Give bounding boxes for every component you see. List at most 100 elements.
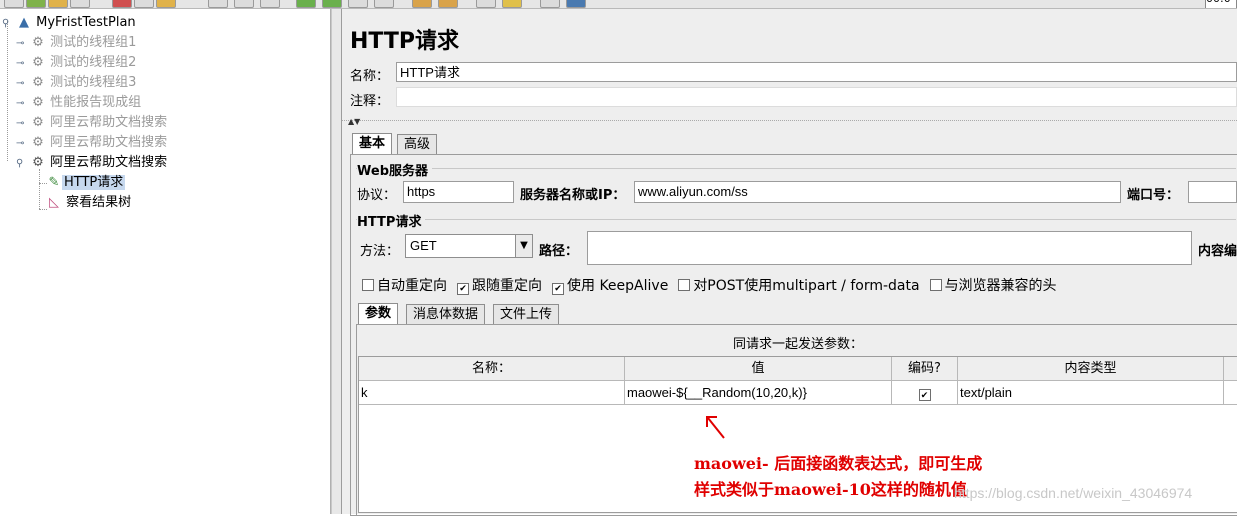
toolbar: 00:0 xyxy=(0,0,1237,9)
collapse-toggle-icon[interactable]: ⊸ xyxy=(16,114,30,134)
pane-splitter[interactable] xyxy=(331,9,342,514)
thread-group-icon: ⚙ xyxy=(32,135,44,150)
column-header-content-type[interactable]: 内容类型 xyxy=(958,357,1224,381)
function-helper-icon[interactable] xyxy=(540,0,560,8)
table-cell-content-type[interactable]: text/plain xyxy=(958,381,1224,405)
options-row: 自动重定向 ✔ 跟随重定向 ✔ 使用 KeepAlive 对POST使用multipart… xyxy=(362,275,1067,295)
chevron-down-icon[interactable]: ▼ xyxy=(515,235,532,257)
search-icon[interactable] xyxy=(476,0,496,8)
sampler-pen-icon: ✎ xyxy=(48,175,60,190)
tree-item-thread-group-3[interactable]: ⊸ ⚙ 测试的线程组3 xyxy=(16,73,136,93)
port-field[interactable] xyxy=(1188,181,1237,203)
open-icon[interactable] xyxy=(48,0,68,8)
copy-icon[interactable] xyxy=(134,0,154,8)
protocol-field[interactable]: https xyxy=(403,181,514,203)
checkbox-checked-icon: ✔ xyxy=(457,283,469,295)
auto-redirect-checkbox[interactable]: 自动重定向 xyxy=(362,278,457,294)
annotation-line-1: maowei- 后面接函数表达式，即可生成 xyxy=(694,454,983,473)
port-label: 端口号： xyxy=(1127,188,1180,203)
tree-item-label: 阿里云帮助文档搜索 xyxy=(50,155,168,170)
tree-item-thread-group-2[interactable]: ⊸ ⚙ 测试的线程组2 xyxy=(16,53,136,73)
start-no-pause-icon[interactable] xyxy=(322,0,342,8)
tree-item-aliyun-search-1[interactable]: ⊸ ⚙ 阿里云帮助文档搜索 xyxy=(16,113,167,133)
shutdown-icon[interactable] xyxy=(374,0,394,8)
protocol-label: 协议： xyxy=(357,188,397,203)
collapse-toggle-icon[interactable]: ⊸ xyxy=(16,54,30,74)
tab-parameters[interactable]: 参数 xyxy=(358,303,399,325)
table-cell-encode[interactable]: ✔ xyxy=(892,381,958,405)
cut-icon[interactable] xyxy=(112,0,132,8)
tree-item-aliyun-search-3[interactable]: ⚲ ⚙ 阿里云帮助文档搜索 xyxy=(16,153,167,173)
comment-field[interactable] xyxy=(396,87,1237,107)
annotation-line-2: 样式类似于maowei-10这样的随机值 xyxy=(694,480,967,499)
toggle-icon[interactable] xyxy=(260,0,280,8)
divider-arrows-icon[interactable]: ▲▼ xyxy=(348,117,360,126)
browser-compatible-headers-checkbox[interactable]: 与浏览器兼容的头 xyxy=(929,278,1067,294)
name-field[interactable]: HTTP请求 xyxy=(396,62,1237,82)
column-header-value[interactable]: 值 xyxy=(625,357,892,381)
collapse-toggle-icon[interactable]: ⊸ xyxy=(16,94,30,114)
method-select-value: GET xyxy=(410,238,437,253)
path-label: 路径： xyxy=(539,244,579,259)
checkbox-unchecked-icon xyxy=(929,279,942,291)
expand-toggle-icon[interactable]: ⚲ xyxy=(16,154,30,174)
column-header-name[interactable]: 名称： xyxy=(359,357,625,381)
thread-group-icon: ⚙ xyxy=(32,155,44,170)
tree-item-label: HTTP请求 xyxy=(62,175,126,190)
tree-item-label: 阿里云帮助文档搜索 xyxy=(50,115,168,130)
tree-item-aliyun-search-2[interactable]: ⊸ ⚙ 阿里云帮助文档搜索 xyxy=(16,133,167,153)
method-select[interactable]: GET ▼ xyxy=(405,234,533,258)
tree-root[interactable]: ⚲ ▲ MyFristTestPlan xyxy=(2,13,136,33)
tree-item-view-results-tree[interactable]: ◺ 察看结果树 xyxy=(46,193,131,213)
help-icon[interactable] xyxy=(566,0,586,8)
paste-icon[interactable] xyxy=(156,0,176,8)
follow-redirect-checkbox[interactable]: ✔ 跟随重定向 xyxy=(457,278,552,295)
multipart-checkbox[interactable]: 对POST使用multipart / form-data xyxy=(678,278,929,294)
table-cell-value[interactable]: maowei-${__Random(10,20,k)} xyxy=(625,381,892,405)
server-name-field[interactable]: www.aliyun.com/ss xyxy=(634,181,1121,203)
start-icon[interactable] xyxy=(296,0,316,8)
collapse-icon[interactable] xyxy=(234,0,254,8)
tab-basic[interactable]: 基本 xyxy=(352,133,393,155)
collapse-toggle-icon[interactable]: ⊸ xyxy=(16,134,30,154)
tab-file-upload[interactable]: 文件上传 xyxy=(493,304,560,324)
tree-item-http-request[interactable]: ✎ HTTP请求 xyxy=(46,173,126,193)
expand-toggle-icon[interactable]: ⚲ xyxy=(2,14,16,34)
new-plan-icon[interactable] xyxy=(4,0,24,8)
tree-root-label: MyFristTestPlan xyxy=(36,15,136,30)
timer-display: 00:0 xyxy=(1205,0,1237,8)
thread-group-icon: ⚙ xyxy=(32,75,44,90)
stop-icon[interactable] xyxy=(348,0,368,8)
thread-group-icon: ⚙ xyxy=(32,115,44,130)
tab-body-data[interactable]: 消息体数据 xyxy=(406,304,486,324)
tree-item-label: 测试的线程组2 xyxy=(50,55,137,70)
http-request-group-title: HTTP请求 xyxy=(357,211,426,230)
expand-icon[interactable] xyxy=(208,0,228,8)
test-plan-tree: ⚲ ▲ MyFristTestPlan ⊸ ⚙ 测试的线程组1 ⊸ ⚙ 测试的线程组2… xyxy=(0,9,331,514)
templates-icon[interactable] xyxy=(26,0,46,8)
table-cell-name[interactable]: k xyxy=(359,381,625,405)
server-name-label: 服务器名称或IP： xyxy=(520,188,626,203)
tab-advanced[interactable]: 高级 xyxy=(397,134,438,154)
reset-search-icon[interactable] xyxy=(502,0,522,8)
method-label: 方法： xyxy=(360,244,400,259)
listener-chart-icon: ◺ xyxy=(49,195,59,210)
column-header-encode[interactable]: 编码? xyxy=(892,357,958,381)
comment-label: 注释： xyxy=(350,94,390,109)
tree-item-thread-group-1[interactable]: ⊸ ⚙ 测试的线程组1 xyxy=(16,33,136,53)
clear-icon[interactable] xyxy=(412,0,432,8)
params-caption: 同请求一起发送参数： xyxy=(732,337,863,352)
page-title: HTTP请求 xyxy=(350,29,460,54)
collapse-toggle-icon[interactable]: ⊸ xyxy=(16,34,30,54)
save-icon[interactable] xyxy=(70,0,90,8)
path-field[interactable] xyxy=(587,231,1192,265)
test-plan-icon: ▲ xyxy=(19,15,29,30)
keepalive-checkbox[interactable]: ✔ 使用 KeepAlive xyxy=(552,278,678,295)
resize-divider[interactable] xyxy=(342,120,1237,125)
tree-item-label: 测试的线程组3 xyxy=(50,75,137,90)
tree-item-label: 性能报告现成组 xyxy=(50,95,142,110)
collapse-toggle-icon[interactable]: ⊸ xyxy=(16,74,30,94)
name-label: 名称： xyxy=(350,69,390,84)
tree-item-report-group[interactable]: ⊸ ⚙ 性能报告现成组 xyxy=(16,93,141,113)
clear-all-icon[interactable] xyxy=(438,0,458,8)
